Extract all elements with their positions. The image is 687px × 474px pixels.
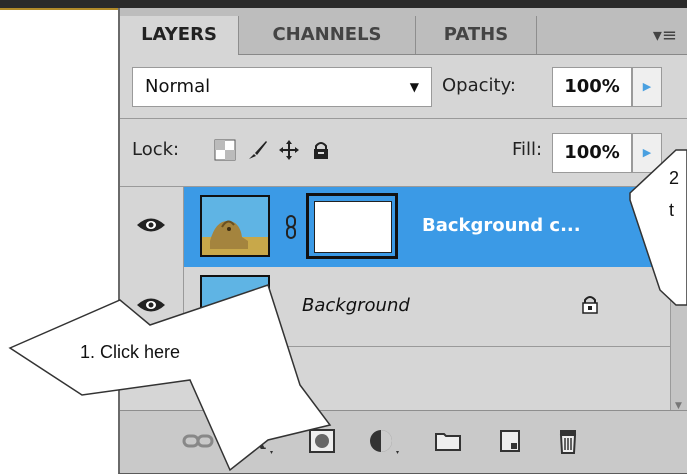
add-mask-icon[interactable] — [306, 425, 338, 457]
layer-thumbnail-image — [200, 195, 270, 257]
visibility-toggle[interactable] — [120, 267, 184, 347]
panel-tabs: LAYERS CHANNELS PATHS ▾≡ — [120, 8, 687, 55]
trash-icon[interactable] — [552, 425, 584, 457]
callout-two-text-bottom: t — [669, 200, 675, 220]
fill-input[interactable]: 100% — [552, 133, 632, 173]
new-layer-icon[interactable] — [494, 425, 526, 457]
eye-icon — [137, 298, 165, 312]
link-layers-icon[interactable] — [182, 425, 214, 457]
fill-slider-arrow-icon[interactable]: ▶ — [632, 133, 662, 173]
tab-paths[interactable]: PATHS — [416, 16, 536, 54]
lock-fill-row: Lock: Fill: 100% ▶ — [120, 119, 687, 187]
layers-scrollbar[interactable]: ▼ — [670, 187, 687, 419]
panel-menu-icon[interactable]: ▾≡ — [653, 25, 677, 46]
opacity-input[interactable]: 100% — [552, 67, 632, 107]
layers-panel: LAYERS CHANNELS PATHS ▾≡ Normal ▼ Opacit… — [118, 8, 687, 474]
blend-mode-select[interactable]: Normal ▼ — [132, 67, 432, 107]
lock-transparency-icon[interactable] — [214, 139, 236, 161]
group-folder-icon[interactable] — [432, 425, 464, 457]
opacity-label: Opacity: — [442, 75, 516, 96]
eye-icon — [137, 218, 165, 232]
adjustment-layer-icon[interactable] — [366, 425, 402, 457]
blend-opacity-row: Normal ▼ Opacity: 100% ▶ — [120, 55, 687, 119]
opacity-slider-arrow-icon[interactable]: ▶ — [632, 67, 662, 107]
chevron-down-icon: ▼ — [409, 80, 419, 94]
mask-link-chain-icon[interactable] — [284, 215, 298, 239]
tab-channels[interactable]: CHANNELS — [239, 16, 415, 54]
lock-paint-brush-icon[interactable] — [246, 139, 268, 161]
layer-thumbnail-image — [200, 275, 270, 337]
svg-text:fx: fx — [242, 429, 267, 455]
callout-one-text: 1. Click here — [80, 342, 181, 362]
layer-row-background[interactable]: Background — [120, 267, 670, 347]
fx-icon[interactable]: fx — [242, 425, 278, 457]
layer-mask-thumbnail[interactable] — [306, 193, 398, 259]
visibility-toggle[interactable] — [120, 187, 184, 267]
layer-name[interactable]: Background c... — [422, 215, 581, 236]
blend-mode-value: Normal — [145, 76, 211, 97]
layer-row-background-copy[interactable]: Background c... — [120, 187, 670, 267]
lock-position-move-icon[interactable] — [278, 139, 300, 161]
layer-name[interactable]: Background — [302, 295, 410, 316]
tab-layers[interactable]: LAYERS — [120, 16, 238, 55]
tab-divider — [536, 16, 537, 54]
lock-all-icon[interactable] — [310, 139, 332, 161]
layers-list: Background c... Background — [120, 187, 670, 407]
callout-two-text-top: 2 — [669, 168, 680, 188]
lock-label: Lock: — [132, 139, 180, 160]
lock-icon — [582, 296, 598, 314]
layers-footer-toolbar: fx — [120, 410, 687, 473]
fill-label: Fill: — [512, 139, 543, 160]
